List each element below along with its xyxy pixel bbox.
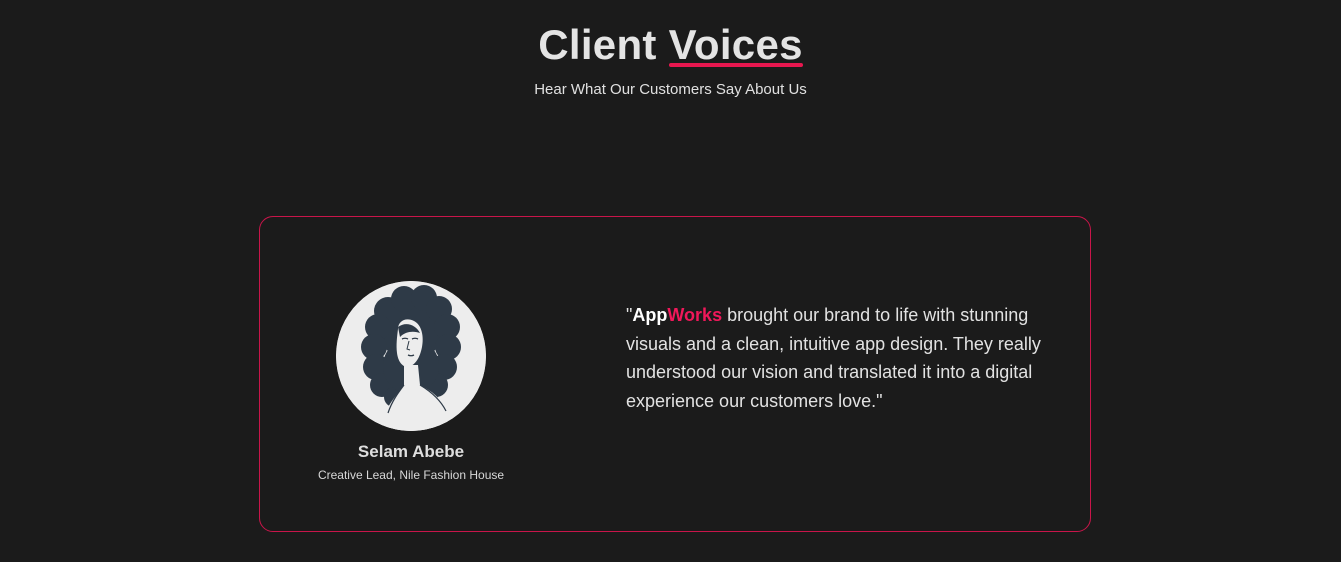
testimonial-card: Selam Abebe Creative Lead, Nile Fashion … [259, 216, 1091, 532]
title-underline [668, 63, 803, 67]
brand-name-part2: Works [667, 305, 723, 325]
testimonial-quote: "AppWorks brought our brand to life with… [626, 301, 1078, 415]
brand-name-part1: App [632, 305, 668, 325]
section-title-part1: Client [538, 21, 669, 68]
section-title-accent: Voices [668, 20, 803, 70]
section-title: Client Voices [0, 20, 1341, 70]
avatar [336, 281, 486, 431]
section-title-part2: Voices [668, 21, 803, 68]
client-name: Selam Abebe [357, 442, 465, 461]
testimonials-section: Client Voices Hear What Our Customers Sa… [0, 0, 1341, 562]
woman-curly-hair-illustration-icon [336, 281, 486, 431]
client-role: Creative Lead, Nile Fashion House [317, 468, 505, 482]
section-subtitle: Hear What Our Customers Say About Us [534, 81, 807, 98]
